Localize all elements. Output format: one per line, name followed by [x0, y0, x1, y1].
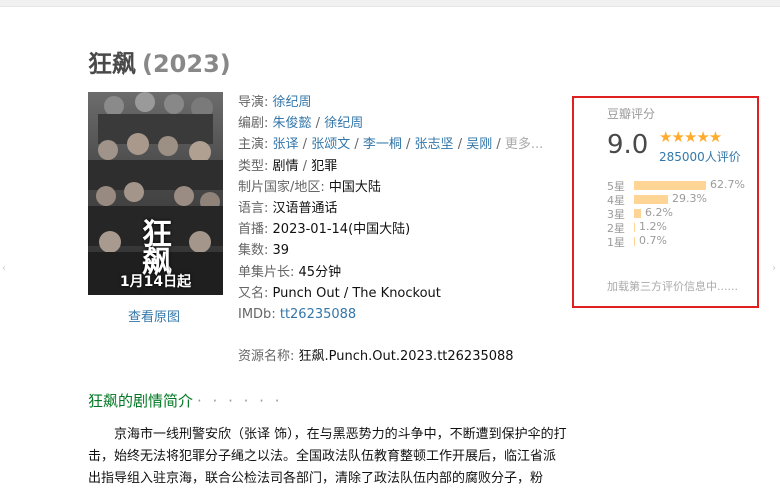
rating-stars-icon: ★★★★★: [659, 128, 722, 146]
rating-dist-percent: 1.2%: [639, 220, 667, 233]
country-label: 制片国家/地区:: [238, 179, 325, 195]
synopsis-heading-text: 狂飙的剧情简介: [88, 392, 194, 410]
poster-image[interactable]: 狂飙 1月14日起: [88, 92, 223, 295]
runtime-row: 单集片长: 45分钟: [238, 262, 543, 283]
writer-row: 编剧: 朱俊懿 / 徐纪周: [238, 116, 364, 132]
left-arrow-icon[interactable]: ‹: [2, 263, 8, 274]
top-bar: [0, 0, 780, 7]
poster-title: 狂飙: [136, 218, 171, 274]
director-link[interactable]: 徐纪周: [273, 95, 312, 110]
rating-dist-bar: [634, 195, 668, 204]
episodes-value: 39: [272, 243, 290, 259]
language-label: 语言:: [238, 201, 269, 217]
premiere-value: 2023-01-14(中国大陆): [272, 222, 411, 238]
page-title: 狂飙 (2023): [88, 44, 231, 79]
writer-label: 编剧:: [238, 116, 269, 132]
writer-link-1[interactable]: 朱俊懿: [273, 116, 312, 131]
genre-2: 犯罪: [311, 158, 338, 174]
rating-count-link[interactable]: 285000人评价: [659, 148, 741, 165]
title-year: (2023): [142, 50, 231, 78]
cast-more-link[interactable]: 更多...: [505, 137, 543, 152]
country-row: 制片国家/地区: 中国大陆: [238, 177, 543, 198]
rating-title: 豆瓣评分: [607, 107, 656, 121]
info-block: 导演: 徐纪周 编剧: 朱俊懿 / 徐纪周 主演: 张译 / 张颂文 / 李一桐…: [238, 92, 543, 325]
rating-dist-percent: 0.7%: [639, 234, 667, 247]
genre-label: 类型:: [238, 158, 269, 174]
language-value: 汉语普通话: [272, 201, 338, 217]
director-row: 导演: 徐纪周: [238, 92, 543, 113]
rating-dist-bar: [634, 223, 635, 232]
view-original-link[interactable]: 查看原图: [128, 306, 180, 325]
cast-label: 主演:: [238, 137, 269, 153]
director-label: 导演:: [238, 95, 269, 110]
resource-name-row: 资源名称: 狂飙.Punch.Out.2023.tt26235088: [238, 345, 514, 364]
rating-dist-percent: 29.3%: [672, 192, 707, 205]
third-party-loading: 加载第三方评价信息中......: [607, 280, 738, 293]
cast-link-2[interactable]: 张颂文: [311, 137, 350, 152]
imdb-row: IMDb: tt26235088: [238, 304, 543, 325]
rating-dist-bar: [634, 237, 635, 246]
resource-name-value: 狂飙.Punch.Out.2023.tt26235088: [298, 349, 514, 364]
rating-dist-percent: 62.7%: [710, 178, 745, 191]
episodes-row: 集数: 39: [238, 240, 543, 261]
cast-row: 主演: 张译 / 张颂文 / 李一桐 / 张志坚 / 吴刚 / 更多...: [238, 137, 544, 153]
resource-name-label: 资源名称:: [238, 349, 295, 364]
premiere-row: 首播: 2023-01-14(中国大陆): [238, 219, 543, 240]
cast-link-3[interactable]: 李一桐: [363, 137, 402, 152]
imdb-label: IMDb:: [238, 307, 276, 323]
genre-1: 剧情: [272, 158, 299, 174]
rating-dist-label: 1星: [607, 236, 625, 249]
premiere-label: 首播:: [238, 222, 269, 238]
aka-label: 又名:: [238, 285, 269, 301]
rating-dist-percent: 6.2%: [645, 206, 673, 219]
aka-row: 又名: Punch Out / The Knockout: [238, 283, 543, 304]
rating-score: 9.0: [607, 130, 649, 160]
language-row: 语言: 汉语普通话: [238, 198, 543, 219]
title-text: 狂飙: [88, 50, 136, 78]
right-arrow-icon[interactable]: ›: [772, 263, 778, 274]
runtime-label: 单集片长:: [238, 264, 295, 280]
cast-link-4[interactable]: 张志坚: [415, 137, 454, 152]
rating-dist-bar: [634, 209, 641, 218]
synopsis-heading: 狂飙的剧情简介 · · · · · ·: [88, 390, 282, 411]
cast-link-1[interactable]: 张译: [273, 137, 299, 152]
aka-value: Punch Out / The Knockout: [272, 285, 441, 301]
synopsis-text: 京海市一线刑警安欣（张译 饰），在与黑恶势力的斗争中，不断遭到保护伞的打击，始终…: [88, 427, 567, 486]
cast-link-5[interactable]: 吴刚: [466, 137, 492, 152]
synopsis-heading-dots: · · · · · ·: [197, 392, 283, 410]
writer-link-2[interactable]: 徐纪周: [324, 116, 363, 131]
imdb-link[interactable]: tt26235088: [280, 307, 356, 322]
episodes-label: 集数:: [238, 243, 269, 259]
runtime-value: 45分钟: [298, 264, 342, 280]
genre-row: 类型: 剧情 / 犯罪: [238, 158, 338, 174]
poster-date: 1月14日起: [119, 274, 192, 290]
country-value: 中国大陆: [328, 179, 381, 195]
rating-dist-bar: [634, 181, 706, 190]
